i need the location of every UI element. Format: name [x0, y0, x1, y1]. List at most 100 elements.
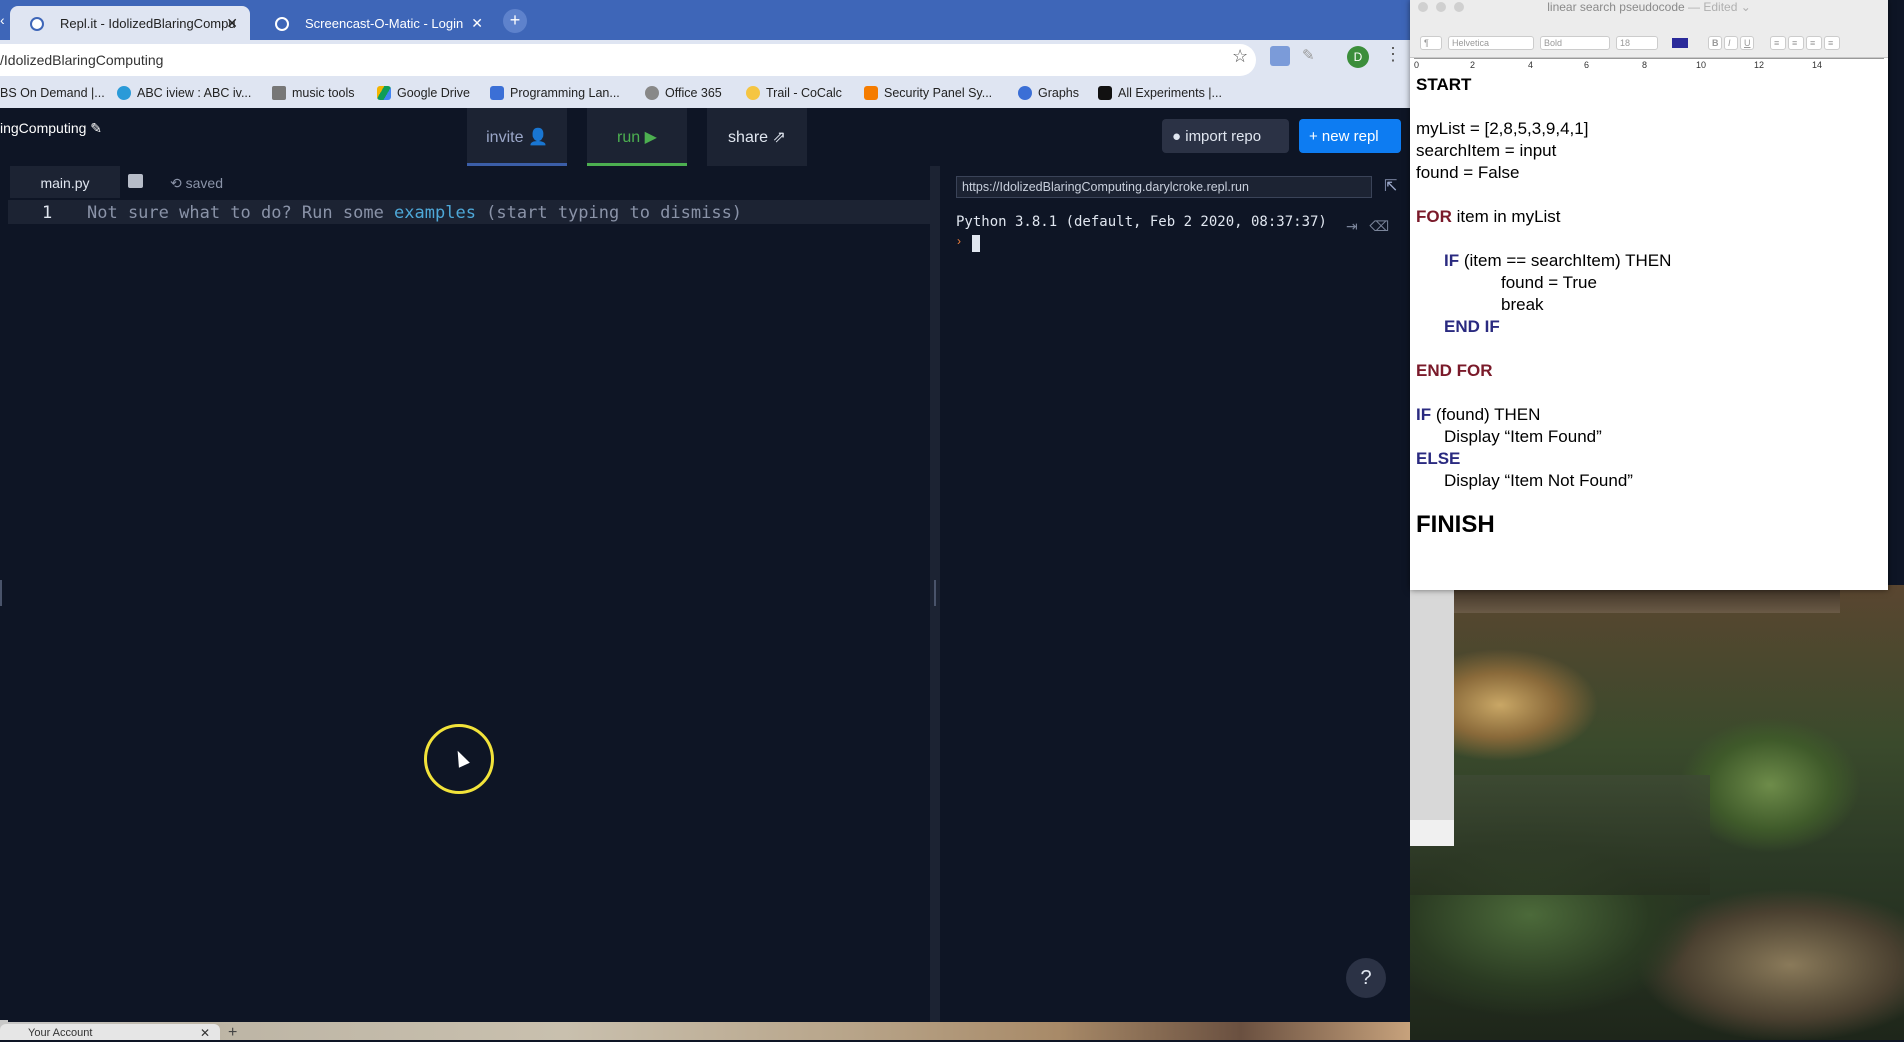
run-button[interactable]: run ▶	[587, 108, 687, 166]
ruler-tick-label: 8	[1642, 60, 1648, 70]
share-icon: ⇗	[772, 129, 786, 146]
bookmark-cocalc[interactable]: Trail - CoCalc	[746, 86, 842, 100]
bookmark-security-panel[interactable]: Security Panel Sy...	[864, 86, 992, 100]
doc-line: START	[1416, 75, 1472, 94]
profile-avatar[interactable]: D	[1347, 46, 1369, 68]
console-cursor	[972, 235, 980, 252]
bookmark-bs-on-demand[interactable]: BS On Demand |...	[0, 86, 105, 100]
console-tools: ⇥ ⌫	[1346, 218, 1389, 235]
zoom-window-icon[interactable]	[1454, 2, 1464, 12]
doc-line: Display “Item Found”	[1444, 427, 1602, 446]
wallpaper-pond	[1410, 775, 1710, 895]
kebab-menu-icon[interactable]: ⋮	[1384, 44, 1402, 65]
experiments-icon	[1098, 86, 1112, 100]
doc-line: END IF	[1444, 317, 1500, 336]
doc-line: Display “Item Not Found”	[1444, 471, 1633, 490]
ruler[interactable]: 0 2 4 6 8 10 12 14	[1414, 48, 1884, 70]
docs-icon	[490, 86, 504, 100]
doc-line: found = False	[1416, 163, 1520, 182]
bookmark-music-tools[interactable]: music tools	[272, 86, 355, 100]
left-resize-handle[interactable]	[0, 580, 2, 606]
play-icon: ▶	[644, 129, 657, 146]
help-button[interactable]: ?	[1346, 958, 1386, 998]
tab-replit[interactable]: Repl.it - IdolizedBlaringCompu ✕	[10, 6, 250, 40]
bookmark-abc-iview[interactable]: ABC iview : ABC iv...	[117, 86, 251, 100]
ruler-line	[1414, 58, 1884, 59]
background-window-panel-bottom	[1410, 820, 1454, 846]
wifi-icon	[1018, 86, 1032, 100]
textedit-title-bar: linear search pseudocode — Edited ⌄	[1410, 0, 1888, 14]
globe-icon	[645, 86, 659, 100]
chevron-left-icon[interactable]: ‹	[0, 12, 5, 28]
ruler-tick-label: 2	[1470, 60, 1476, 70]
doc-line: END FOR	[1416, 361, 1493, 380]
textedit-window	[1410, 0, 1888, 590]
ruler-tick-label: 4	[1528, 60, 1534, 70]
saved-status: ⟲ saved	[170, 175, 223, 191]
translate-extension-icon[interactable]	[1270, 46, 1290, 66]
python-version-text: Python 3.8.1 (default, Feb 2 2020, 08:37…	[956, 214, 1327, 230]
address-bar[interactable]: /IdolizedBlaringComputing	[0, 44, 1256, 76]
close-window-icon[interactable]	[1418, 2, 1428, 12]
close-icon[interactable]: ✕	[471, 15, 483, 32]
clear-icon[interactable]: ⌫	[1369, 218, 1389, 234]
bookmark-google-drive[interactable]: Google Drive	[377, 86, 470, 100]
bookmark-programming[interactable]: Programming Lan...	[490, 86, 620, 100]
pencil-icon[interactable]: ✎	[90, 120, 102, 136]
open-external-icon[interactable]: ⇱	[1384, 176, 1397, 196]
tab-label: Repl.it - IdolizedBlaringCompu	[60, 16, 236, 31]
new-repl-button[interactable]: + new repl	[1299, 119, 1401, 153]
desktop-wallpaper	[1410, 585, 1904, 1040]
bookmark-graphs[interactable]: Graphs	[1018, 86, 1079, 100]
bookmark-all-experiments[interactable]: All Experiments |...	[1098, 86, 1222, 100]
exit-icon[interactable]: ⇥	[1346, 218, 1358, 234]
bookmarks-bar: BS On Demand |... ABC iview : ABC iv... …	[0, 80, 1410, 108]
doc-line: IF (item == searchItem) THEN	[1444, 251, 1672, 270]
examples-link[interactable]: examples	[394, 203, 476, 223]
background-tab[interactable]: Your Account ✕	[0, 1024, 220, 1040]
share-button[interactable]: share ⇗	[707, 108, 807, 166]
window-title: linear search pseudocode	[1547, 0, 1685, 14]
minimize-window-icon[interactable]	[1436, 2, 1446, 12]
repl-name[interactable]: ingComputing ✎	[0, 120, 102, 137]
line-number: 1	[42, 203, 53, 223]
pencil-extension-icon[interactable]: ✎	[1302, 46, 1322, 66]
new-tab-button[interactable]: +	[503, 9, 527, 33]
doc-line: break	[1501, 295, 1544, 314]
text-color-swatch[interactable]	[1672, 38, 1688, 48]
ruler-tick-label: 0	[1414, 60, 1420, 70]
edited-status[interactable]: — Edited ⌄	[1688, 0, 1751, 14]
background-tab-label: Your Account	[28, 1027, 93, 1039]
file-icon[interactable]	[128, 174, 143, 188]
console-pane[interactable]	[940, 166, 1410, 1022]
background-window-panel	[1410, 590, 1454, 846]
doc-line: ELSE	[1416, 449, 1461, 468]
close-icon[interactable]: ✕	[226, 15, 238, 32]
doc-line: myList = [2,8,5,3,9,4,1]	[1416, 119, 1589, 138]
close-icon[interactable]: ✕	[200, 1026, 210, 1040]
divider-handle[interactable]	[934, 580, 936, 606]
star-icon[interactable]: ☆	[1232, 46, 1248, 67]
invite-button[interactable]: invite 👤	[467, 108, 567, 166]
repl-url-field[interactable]: https://IdolizedBlaringComputing.darylcr…	[956, 176, 1372, 198]
doc-line: FOR item in myList	[1416, 207, 1561, 226]
tab-main-py[interactable]: main.py	[10, 166, 120, 198]
history-icon: ⟲	[170, 175, 182, 191]
screencast-favicon-icon	[275, 17, 289, 31]
blogger-icon	[864, 86, 878, 100]
prompt-chevron-icon: ›	[957, 234, 961, 248]
tab-screencast[interactable]: Screencast-O-Matic - Login ✕	[255, 6, 495, 40]
folder-icon	[272, 86, 286, 100]
import-repo-button[interactable]: ● import repo	[1162, 119, 1289, 153]
code-editor[interactable]	[8, 198, 930, 1022]
cocalc-icon	[746, 86, 760, 100]
doc-line: searchItem = input	[1416, 141, 1557, 160]
bookmark-office-365[interactable]: Office 365	[645, 86, 722, 100]
ruler-tick-label: 6	[1584, 60, 1590, 70]
new-tab-icon[interactable]: +	[228, 1024, 237, 1042]
abc-icon	[117, 86, 131, 100]
doc-line: found = True	[1501, 273, 1597, 292]
ruler-tick-label: 14	[1812, 60, 1823, 70]
ruler-tick-label: 12	[1754, 60, 1765, 70]
add-user-icon: 👤	[527, 129, 548, 146]
